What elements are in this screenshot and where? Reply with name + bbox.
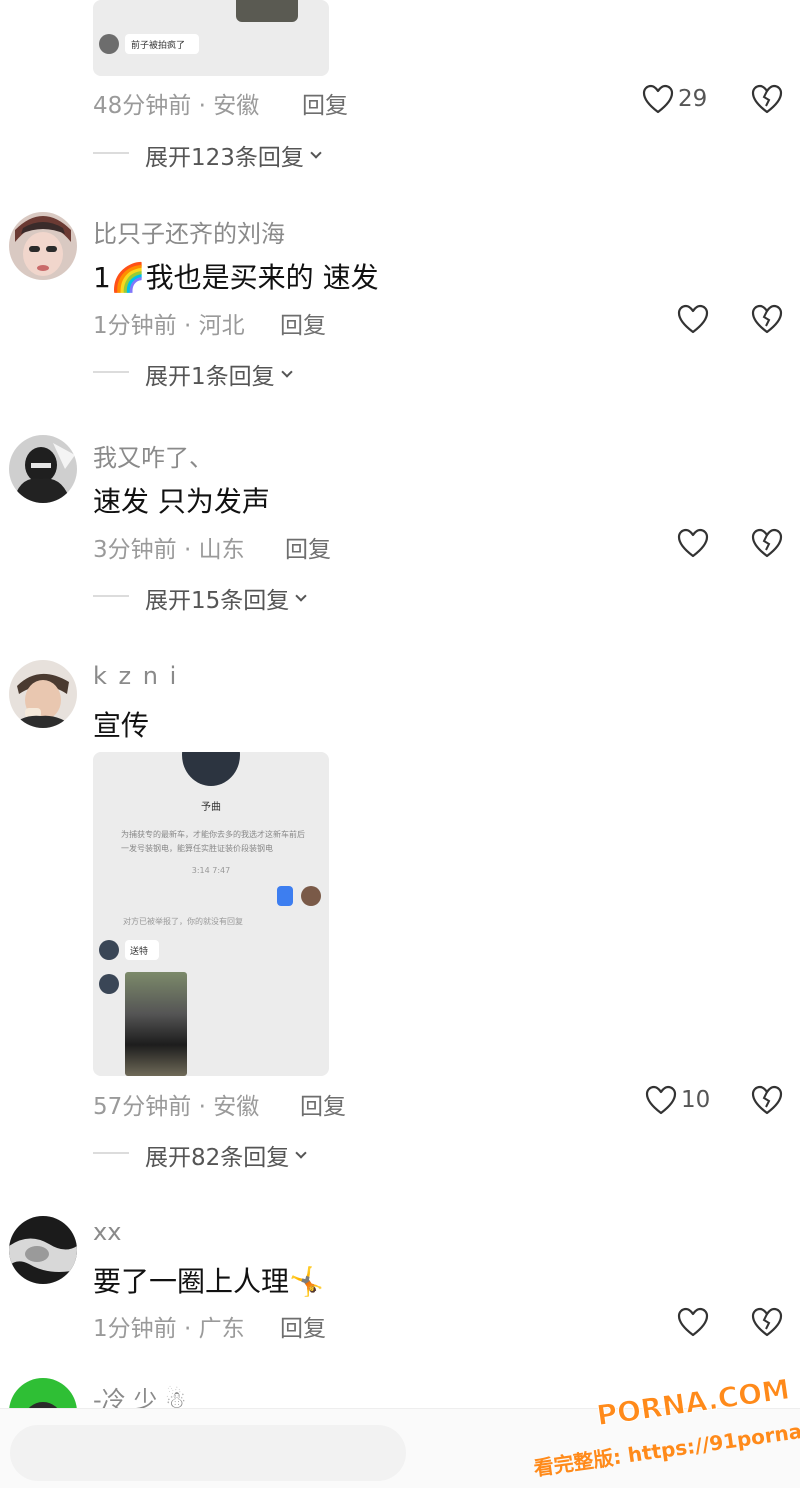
expand-divider <box>93 595 129 597</box>
comment-text: 要了一圈上人理🤸 <box>93 1265 324 1298</box>
expand-replies-label: 展开1条回复 <box>145 364 275 390</box>
expand-replies-button[interactable]: 展开15条回复 <box>145 581 307 615</box>
broken-heart-icon <box>751 528 783 558</box>
expand-divider <box>93 1152 129 1154</box>
image-chat-avatar <box>99 940 119 960</box>
image-profile-circle <box>182 752 240 786</box>
image-chat-avatar <box>99 974 119 994</box>
like-button[interactable] <box>642 84 674 114</box>
expand-replies-label: 展开123条回复 <box>145 145 304 171</box>
comment-text: 宣传 <box>93 709 150 742</box>
avatar[interactable] <box>9 1216 77 1284</box>
expand-replies-button[interactable]: 展开123条回复 <box>145 138 322 172</box>
dislike-button[interactable] <box>751 1085 783 1115</box>
expand-divider <box>93 371 129 373</box>
expand-replies-label: 展开82条回复 <box>145 1145 290 1171</box>
avatar[interactable] <box>9 212 77 280</box>
comment-input[interactable] <box>10 1425 406 1481</box>
like-button[interactable] <box>645 1085 677 1115</box>
username[interactable]: 我又咋了、 <box>93 438 213 473</box>
avatar[interactable] <box>9 435 77 503</box>
chevron-down-icon <box>295 590 307 602</box>
image-chat-bubble: 前子被拍疯了 <box>125 34 199 54</box>
comment-meta: 1分钟前 · 广东 <box>93 1316 245 1342</box>
reply-button[interactable]: 回复 <box>280 1309 326 1343</box>
heart-outline-icon <box>642 84 674 114</box>
like-button[interactable] <box>677 304 709 334</box>
heart-outline-icon <box>677 528 709 558</box>
heart-outline-icon <box>645 1085 677 1115</box>
reply-button[interactable]: 回复 <box>300 1087 346 1121</box>
image-photo-thumb <box>236 0 298 22</box>
username[interactable]: xx <box>93 1218 121 1246</box>
expand-divider <box>93 152 129 154</box>
heart-outline-icon <box>677 304 709 334</box>
like-button[interactable] <box>677 1307 709 1337</box>
like-count: 10 <box>681 1087 711 1113</box>
broken-heart-icon <box>751 304 783 334</box>
image-timestamp: 3:14 7:47 <box>191 866 231 875</box>
comment-meta: 3分钟前 · 山东 <box>93 537 245 563</box>
dislike-button[interactable] <box>751 1307 783 1337</box>
expand-replies-label: 展开15条回复 <box>145 588 290 614</box>
comment-image[interactable]: 予曲 为捕获专的最新车，才能你去多的我选才这新车前后一发号装钢电，能算任实胜证装… <box>93 752 329 1076</box>
username[interactable]: k z n i <box>93 662 178 690</box>
image-body-text: 为捕获专的最新车，才能你去多的我选才这新车前后一发号装钢电，能算任实胜证装价段装… <box>121 830 305 853</box>
username[interactable]: 比只子还齐的刘海 <box>93 214 285 249</box>
broken-heart-icon <box>751 84 783 114</box>
comment-text: 1🌈我也是买来的 速发 <box>93 261 379 294</box>
image-blue-bubble <box>277 886 293 906</box>
dislike-button[interactable] <box>751 84 783 114</box>
like-button[interactable] <box>677 528 709 558</box>
reply-button[interactable]: 回复 <box>280 306 326 340</box>
comment-meta: 57分钟前 · 安徽 <box>93 1094 260 1120</box>
image-note: 对方已被举报了，你的就没有回复 <box>123 917 243 926</box>
broken-heart-icon <box>751 1085 783 1115</box>
comment-meta: 48分钟前 · 安徽 <box>93 93 260 119</box>
dislike-button[interactable] <box>751 304 783 334</box>
image-chat-avatar <box>301 886 321 906</box>
avatar[interactable] <box>9 660 77 728</box>
chevron-down-icon <box>310 147 322 159</box>
chevron-down-icon <box>280 366 293 378</box>
reply-button[interactable]: 回复 <box>285 530 331 564</box>
comment-text: 速发 只为发声 <box>93 485 270 518</box>
expand-replies-button[interactable]: 展开82条回复 <box>145 1138 307 1172</box>
image-chat-bubble: 送特 <box>125 940 159 960</box>
image-title: 予曲 <box>201 802 221 813</box>
expand-replies-button[interactable]: 展开1条回复 <box>145 357 293 391</box>
heart-outline-icon <box>677 1307 709 1337</box>
comment-image[interactable]: 前子被拍疯了 <box>93 0 329 76</box>
reply-button[interactable]: 回复 <box>302 86 348 120</box>
broken-heart-icon <box>751 1307 783 1337</box>
image-chat-avatar <box>99 34 119 54</box>
like-count: 29 <box>678 86 708 112</box>
chevron-down-icon <box>295 1147 307 1159</box>
avatar[interactable] <box>9 1378 77 1408</box>
comment-meta: 1分钟前 · 河北 <box>93 313 245 339</box>
dislike-button[interactable] <box>751 528 783 558</box>
image-photo <box>125 972 187 1076</box>
